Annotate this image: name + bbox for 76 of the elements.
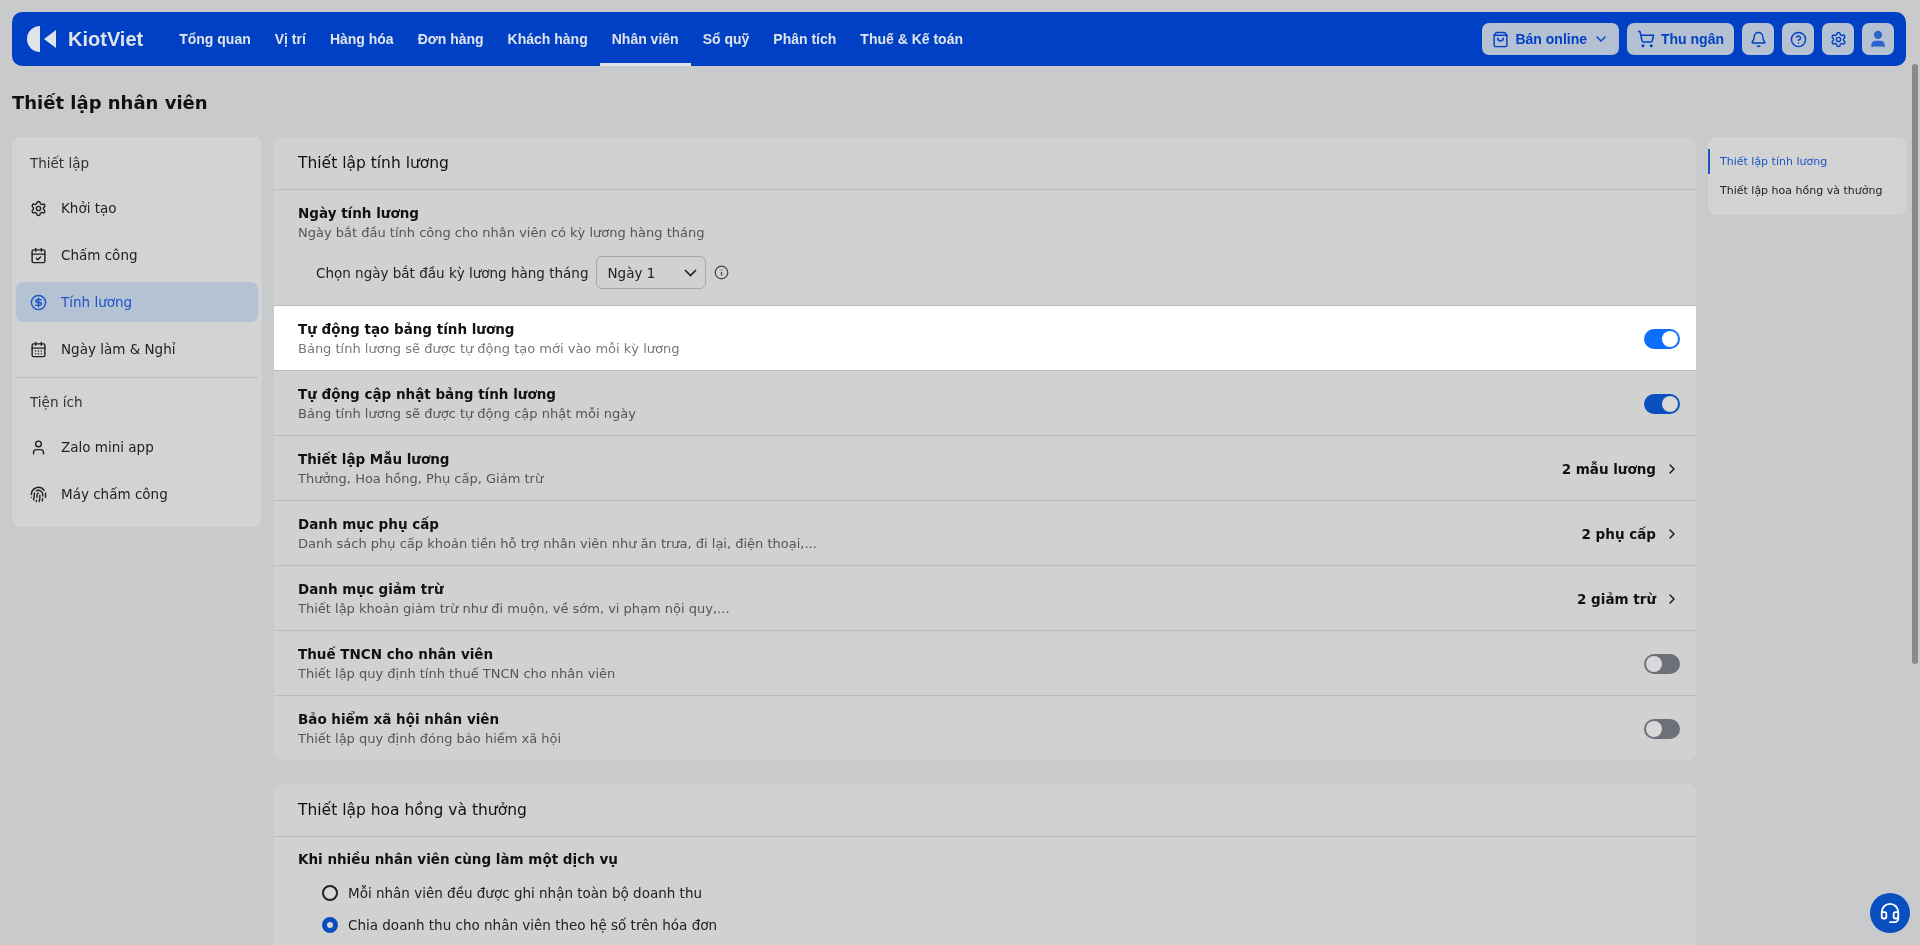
card-title: Thiết lập hoa hồng và thưởng [274,784,1696,837]
setting-title: Ngày tính lương [298,205,420,221]
count-link[interactable]: 2 mẫu lương [1561,460,1680,477]
toggle-switch[interactable] [1644,653,1680,674]
cart-icon [1637,30,1655,48]
sidebar-item[interactable]: Máy chấm công [16,474,258,514]
anchor-link[interactable]: Thiết lập tính lương [1708,149,1906,174]
settings-button[interactable] [1822,23,1854,55]
calendar-icon [30,340,47,358]
count-link[interactable]: 2 phụ cấp [1581,525,1680,542]
page-title: Thiết lập nhân viên [12,92,209,113]
support-chat-button[interactable] [1870,893,1910,933]
notifications-button[interactable] [1742,23,1774,55]
question-text: Khi nhiều nhân viên cùng làm một dịch vụ [297,850,619,869]
day-select[interactable]: Ngày 1 [596,256,707,289]
toggle-switch[interactable] [1644,393,1680,414]
nav-tab[interactable]: Khách hàng [495,12,600,66]
setting-title: Danh mục giảm trừ [298,581,445,597]
nav-tab[interactable]: Thuế & Kế toán [848,12,975,66]
radio-option[interactable]: Chia doanh thu cho nhân viên theo hệ số trên hóa đơn [274,909,1696,941]
anchor-link[interactable]: Thiết lập hoa hồng và thưởng [1708,178,1906,203]
help-button[interactable] [1782,23,1814,55]
setting-description: Thiết lập quy định tính thuế TNCN cho nhân viên [298,666,617,681]
setting-title: Bảo hiểm xã hội nhân viên [298,711,501,727]
setting-description: Ngày bắt đầu tính công cho nhân viên có kỳ lương hàng tháng [298,225,706,240]
setting-description: Danh sách phụ cấp khoản tiền hỗ trợ nhân viên như ăn trưa, đi lại, điện thoại,... [298,536,818,551]
setting-description: Thiết lập quy định đóng bảo hiểm xã hội [298,731,563,746]
sidebar-heading: Thiết lập [29,154,91,173]
nav-tab[interactable]: Sổ quỹ [690,12,762,66]
nav-tab[interactable]: Phân tích [761,12,849,66]
headset-icon [1879,902,1901,924]
fingerprint-icon [30,485,47,503]
scrollbar[interactable] [1912,64,1918,664]
radio-button[interactable] [322,917,338,933]
nav-tab[interactable]: Tổng quan [167,12,263,66]
cashier-button[interactable]: Thu ngân [1627,23,1734,55]
calendar-check-icon [30,246,47,264]
radio-button[interactable] [322,885,338,901]
sidebar-heading: Tiện ích [29,393,84,412]
radio-option[interactable]: Mỗi nhân viên đều được ghi nhận toàn bộ doanh thu [274,877,1696,909]
sidebar-item[interactable]: Khởi tạo [16,188,258,228]
settings-icon [1829,30,1847,48]
select-label: Chọn ngày bắt đầu kỳ lương hàng tháng [316,264,589,281]
user-icon [1868,29,1888,49]
sidebar-item[interactable]: Ngày làm & Nghỉ [16,329,258,369]
setting-title: Thuế TNCN cho nhân viên [298,646,495,662]
card-title: Thiết lập tính lương [274,137,1696,190]
logo-text: KiotViet [68,27,144,51]
setting-description: Bảng tính lương sẽ được tự động cập nhật mỗi ngày [298,406,637,421]
nav-tab[interactable]: Nhân viên [599,12,691,66]
chevron-down-icon [684,268,698,277]
sidebar-item[interactable]: Tính lương [16,282,258,322]
dollar-icon [30,293,47,311]
toggle-switch[interactable] [1644,718,1680,739]
nav-tab[interactable]: Đơn hàng [405,12,496,66]
setting-description: Bảng tính lương sẽ được tự động tạo mới vào mỗi kỳ lương [298,341,681,356]
setting-description: Thiết lập khoản giảm trừ như đi muộn, về sớm, vi phạm nội quy,... [298,601,731,616]
setting-title: Thiết lập Mẫu lương [298,451,451,467]
user-icon [30,438,47,456]
setting-description: Thưởng, Hoa hồng, Phụ cấp, Giảm trừ [298,471,545,486]
sidebar-item[interactable]: Zalo mini app [16,427,258,467]
settings-icon [30,199,47,217]
setting-title: Tự động tạo bảng tính lương [298,321,516,337]
info-icon[interactable] [714,265,730,280]
help-icon [1789,30,1807,48]
nav-tab[interactable]: Vị trí [262,12,318,66]
nav-tab[interactable]: Hàng hóa [317,12,406,66]
avatar-button[interactable] [1862,23,1894,55]
toggle-switch[interactable] [1644,328,1680,349]
setting-title: Danh mục phụ cấp [298,516,440,532]
bag-icon [1492,30,1510,48]
count-link[interactable]: 2 giảm trừ [1577,590,1680,607]
bell-icon [1749,30,1767,48]
online-sales-button[interactable]: Bán online [1482,23,1619,55]
setting-title: Tự động cập nhật bảng tính lương [298,386,557,402]
sidebar-item[interactable]: Chấm công [16,235,258,275]
